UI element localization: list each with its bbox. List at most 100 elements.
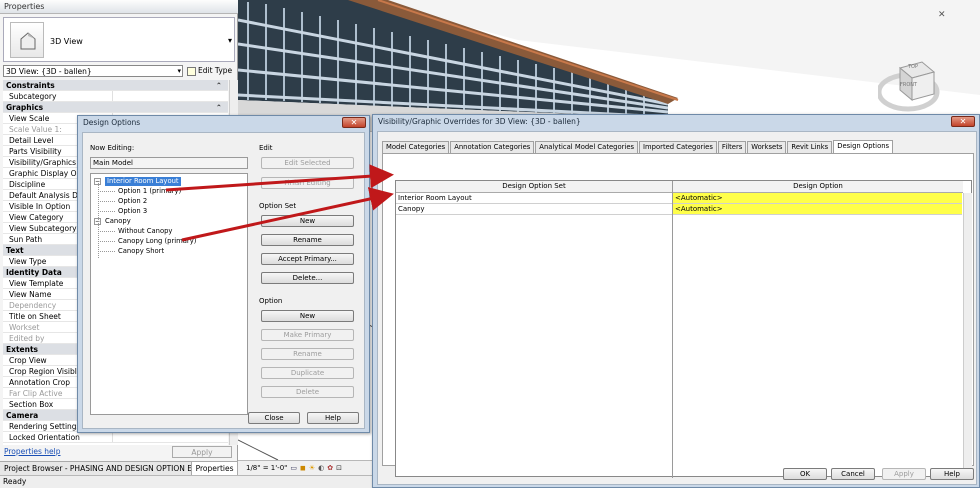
edit-selected-button[interactable]: Edit Selected [261, 157, 354, 169]
visual-style-icon[interactable]: ◼ [300, 464, 306, 472]
render-icon[interactable]: ✿ [327, 464, 333, 472]
vg-body: Model Categories Annotation Categories Ana… [377, 131, 977, 485]
edit-group-label: Edit [259, 144, 273, 152]
tree-connector [98, 241, 115, 242]
column-header-design-option[interactable]: Design Option [673, 181, 963, 193]
design-option-dropdown[interactable]: <Automatic> [673, 204, 962, 215]
close-icon[interactable]: ✕ [951, 116, 975, 127]
edit-type-button[interactable]: Edit Type [187, 64, 235, 78]
viewcube[interactable]: TOP FRONT [876, 52, 950, 114]
column-header-design-option-set[interactable]: Design Option Set [396, 181, 672, 193]
tree-connector [98, 231, 115, 232]
vg-tab-strip: Model Categories Annotation Categories Ana… [382, 140, 894, 153]
tab-analytical-model-categories[interactable]: Analytical Model Categories [535, 141, 639, 153]
tab-imported-categories[interactable]: Imported Categories [639, 141, 717, 153]
option-set-delete-button[interactable]: Delete... [261, 272, 354, 284]
view-scale-label[interactable]: 1/8" = 1'-0" [246, 464, 287, 472]
type-selector[interactable]: 3D View ▾ [3, 17, 235, 62]
option-duplicate-button[interactable]: Duplicate [261, 367, 354, 379]
design-options-dialog: Design Options ✕ Now Editing: Main Model… [77, 115, 370, 433]
chevron-down-icon[interactable]: ▾ [177, 66, 181, 77]
design-option-dropdown[interactable]: <Automatic> [673, 193, 962, 204]
property-group-header[interactable]: Constraints ⌃ [3, 80, 228, 91]
viewcube-front-label: FRONT [900, 82, 918, 88]
option-set-group-label: Option Set [259, 202, 297, 210]
finish-editing-button[interactable]: Finish Editing [261, 177, 354, 189]
tree-option[interactable]: Canopy Long (primary) [118, 237, 196, 246]
tab-design-options[interactable]: Design Options [833, 140, 894, 153]
tree-option[interactable]: Option 1 (primary) [118, 187, 181, 196]
edit-type-icon [187, 66, 196, 76]
property-group-header[interactable]: Graphics ⌃ [3, 102, 228, 113]
design-option-set-cell[interactable]: Canopy [396, 204, 672, 215]
tab-annotation-categories[interactable]: Annotation Categories [450, 141, 535, 153]
tree-connector [98, 191, 115, 192]
option-set-new-button[interactable]: New [261, 215, 354, 227]
viewcube-top-label: TOP [908, 64, 919, 70]
edit-type-label: Edit Type [198, 66, 233, 75]
property-label: Locked Orientation [3, 432, 113, 442]
dialog-title: Design Options [83, 118, 141, 127]
tab-filters[interactable]: Filters [717, 141, 747, 153]
sun-path-icon[interactable]: ☀ [309, 464, 315, 472]
option-set-tree[interactable]: − Interior Room Layout Option 1 (primary) O… [90, 173, 248, 415]
visibility-graphics-dialog: Visibility/Graphic Overrides for 3D View… [372, 114, 980, 488]
collapse-icon[interactable]: ⌃ [216, 80, 228, 90]
property-value[interactable] [113, 432, 228, 442]
now-editing-field: Main Model [90, 157, 248, 169]
option-rename-button[interactable]: Rename [261, 348, 354, 360]
instance-selector-value: 3D View: {3D - ballen} [6, 67, 92, 76]
tab-properties[interactable]: Properties [191, 462, 238, 475]
column-divider [672, 181, 673, 478]
tree-option-set[interactable]: Interior Room Layout [105, 177, 181, 186]
properties-apply-button[interactable]: Apply [172, 446, 232, 458]
tree-option-set[interactable]: Canopy [105, 217, 131, 226]
property-group-label: Constraints [6, 81, 55, 90]
properties-title: Properties [0, 0, 238, 14]
instance-selector[interactable]: 3D View: {3D - ballen} ▾ [3, 65, 183, 77]
ok-button[interactable]: OK [783, 468, 827, 480]
palette-tabs: Project Browser - PHASING AND DESIGN OPT… [0, 461, 238, 475]
close-icon[interactable]: ✕ [342, 117, 366, 128]
viewport-close-icon[interactable]: ✕ [938, 10, 946, 20]
tree-option[interactable]: Without Canopy [118, 227, 172, 236]
tree-option[interactable]: Canopy Short [118, 247, 164, 256]
tab-worksets[interactable]: Worksets [747, 141, 787, 153]
apply-button[interactable]: Apply [882, 468, 926, 480]
option-set-rename-button[interactable]: Rename [261, 234, 354, 246]
3d-view-type-icon [10, 22, 44, 58]
close-button[interactable]: Close [248, 412, 300, 424]
chevron-down-icon[interactable]: ▾ [228, 36, 232, 45]
collapse-icon[interactable]: ⌃ [216, 102, 228, 112]
now-editing-label: Now Editing: [90, 144, 135, 152]
tab-project-browser[interactable]: Project Browser - PHASING AND DESIGN OPT… [0, 462, 192, 475]
tree-option[interactable]: Option 3 [118, 207, 147, 216]
make-primary-button[interactable]: Make Primary [261, 329, 354, 341]
help-button[interactable]: Help [307, 412, 359, 424]
option-delete-button[interactable]: Delete [261, 386, 354, 398]
tab-revit-links[interactable]: Revit Links [787, 141, 833, 153]
properties-help-link[interactable]: Properties help [4, 447, 61, 456]
shadows-icon[interactable]: ◐ [318, 464, 324, 472]
help-button[interactable]: Help [930, 468, 974, 480]
crop-icon[interactable]: ⊡ [336, 464, 342, 472]
vg-tab-panel: Design Option Set Design Option Interior… [382, 153, 974, 478]
tree-connector [98, 201, 115, 202]
tree-connector [98, 211, 115, 212]
property-label: Subcategory [3, 91, 113, 101]
design-options-body: Now Editing: Main Model − Interior Room L… [82, 132, 365, 429]
option-new-button[interactable]: New [261, 310, 354, 322]
cancel-button[interactable]: Cancel [831, 468, 875, 480]
property-row[interactable]: Locked Orientation [3, 432, 228, 443]
tree-option[interactable]: Option 2 [118, 197, 147, 206]
detail-level-icon[interactable]: ▭ [290, 464, 297, 472]
accept-primary-button[interactable]: Accept Primary... [261, 253, 354, 265]
option-group-label: Option [259, 297, 283, 305]
property-row[interactable]: Subcategory [3, 91, 228, 102]
tab-model-categories[interactable]: Model Categories [382, 141, 450, 153]
design-option-table: Design Option Set Design Option Interior… [395, 180, 972, 478]
property-value[interactable] [113, 91, 228, 101]
design-option-set-cell[interactable]: Interior Room Layout [396, 193, 672, 204]
property-group-label: Graphics [6, 103, 44, 112]
vg-scrollbar[interactable] [963, 193, 972, 477]
